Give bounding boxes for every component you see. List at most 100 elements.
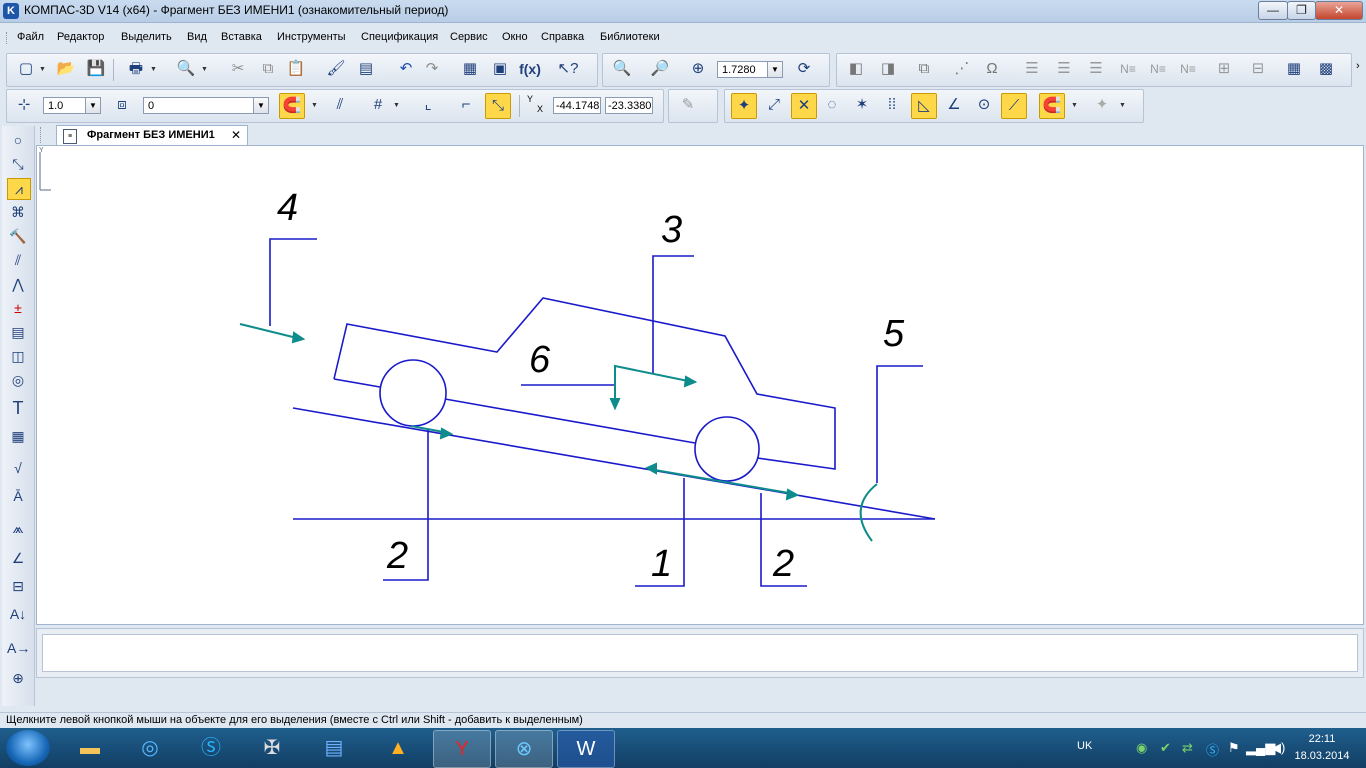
report-icon[interactable]: ▩ <box>1315 58 1337 80</box>
symmetry-icon[interactable]: ⋰ <box>951 58 973 80</box>
dimensions-icon[interactable]: ⤡ <box>7 154 29 174</box>
tab-fragment[interactable]: ≡ Фрагмент БЕЗ ИМЕНИ1 ✕ <box>56 125 248 146</box>
redo-icon[interactable]: ↷ <box>421 58 443 80</box>
align-top-icon[interactable]: ☰ <box>1021 58 1043 80</box>
snaps-dropdown-icon[interactable]: ▼ <box>1071 102 1078 109</box>
snap-dropdown-icon[interactable]: ▼ <box>311 102 318 109</box>
properties-field[interactable] <box>42 634 1358 672</box>
base-icon[interactable]: Ā <box>7 486 29 506</box>
preview-icon[interactable]: 🔍 <box>175 58 197 80</box>
chevron-down-icon[interactable]: ▼ <box>767 62 782 77</box>
text-icon[interactable]: T <box>7 398 29 418</box>
copy-object-icon[interactable]: ⧉ <box>913 58 935 80</box>
layers-icon[interactable]: ⧈ <box>111 94 133 116</box>
roughness-icon[interactable]: √ <box>7 458 29 478</box>
arrow-direction-icon[interactable]: A→ <box>7 638 30 658</box>
insert-icon[interactable]: ◫ <box>7 346 29 366</box>
align-bottom-icon[interactable]: ☰ <box>1085 58 1107 80</box>
table-icon[interactable]: ▦ <box>1283 58 1305 80</box>
menu-view[interactable]: Вид <box>187 31 207 43</box>
leader-icon[interactable]: ⩕ <box>7 518 29 538</box>
word-icon[interactable]: W <box>557 730 615 768</box>
snap-point-icon[interactable]: ⟋ <box>1001 93 1027 119</box>
s-icon[interactable]: ▤ <box>306 730 362 766</box>
menu-service[interactable]: Сервис <box>450 31 488 43</box>
maximize-button[interactable]: ❐ <box>1287 1 1316 20</box>
reports-icon[interactable]: ▤ <box>7 322 29 342</box>
snap-magnet-2-icon[interactable]: 🧲 <box>1039 93 1065 119</box>
close-icon[interactable]: ✕ <box>231 128 241 142</box>
new-dropdown-icon[interactable]: ▼ <box>39 66 46 73</box>
manager-icon[interactable]: ▦ <box>459 58 481 80</box>
coord-x-field[interactable]: -44.1748 <box>553 97 601 114</box>
menu-insert[interactable]: Вставка <box>221 31 262 43</box>
center-mark-icon[interactable]: ⊕ <box>7 668 29 688</box>
chevron-down-icon[interactable]: ▼ <box>85 98 100 113</box>
menu-select[interactable]: Выделить <box>121 31 172 43</box>
snap-magnet-icon[interactable]: 🧲 <box>279 93 305 119</box>
step-icon[interactable]: ⌐ <box>455 94 477 116</box>
toolbar-overflow-icon[interactable]: › <box>1356 60 1360 72</box>
zoom-all-icon[interactable]: 🔎 <box>649 58 671 80</box>
preview-dropdown-icon[interactable]: ▼ <box>201 66 208 73</box>
axes-icon[interactable]: ⌞ <box>417 94 439 116</box>
view-arrow-icon[interactable]: A↓ <box>7 604 29 624</box>
spec-1-icon[interactable]: ⊞ <box>1213 58 1235 80</box>
skype-icon[interactable]: Ⓢ <box>183 730 239 766</box>
menu-help[interactable]: Справка <box>541 31 584 43</box>
menu-specification[interactable]: Спецификация <box>361 31 438 43</box>
properties-icon[interactable]: ▤ <box>355 58 377 80</box>
tray-app-icon[interactable]: ◉ <box>1136 740 1147 756</box>
refresh-icon[interactable]: ⟳ <box>793 58 815 80</box>
snap-grid-icon[interactable]: ⁞⁞ <box>881 94 903 116</box>
position-leader-icon[interactable]: ∠ <box>7 548 29 568</box>
eraser-icon[interactable]: ✎ <box>677 94 699 116</box>
help-pointer-icon[interactable]: ↖? <box>557 58 579 80</box>
snap-intersection-icon[interactable]: ✕ <box>791 93 817 119</box>
snap-angle-icon[interactable]: ◺ <box>911 93 937 119</box>
browser-icon[interactable]: ◎ <box>122 730 178 766</box>
numbering-1-icon[interactable]: N≡ <box>1117 58 1139 80</box>
ortho-icon[interactable]: ⫽ <box>329 94 351 116</box>
print-icon[interactable]: 🖶 <box>125 58 147 80</box>
cursor-snap-icon[interactable]: ⤡ <box>485 93 511 119</box>
fragment-lib-icon[interactable]: ◎ <box>7 370 29 390</box>
copy-icon[interactable]: ⧉ <box>257 58 279 80</box>
clock-date[interactable]: 18.03.2014 <box>1282 750 1362 762</box>
format-brush-icon[interactable]: 🖌 <box>325 58 347 80</box>
kompas-icon[interactable]: ⊗ <box>495 730 553 768</box>
kompas-app-icon[interactable]: K <box>3 3 19 19</box>
line-width-combo[interactable]: 1.0 ▼ <box>43 97 101 114</box>
language-indicator[interactable]: UK <box>1077 740 1092 752</box>
omega-icon[interactable]: Ω <box>981 58 1003 80</box>
zoom-in-icon[interactable]: ⊕ <box>687 58 709 80</box>
coord-y-field[interactable]: -23.3380 <box>605 97 653 114</box>
numbering-2-icon[interactable]: N≡ <box>1147 58 1169 80</box>
grid-icon[interactable]: # <box>367 94 389 116</box>
close-button[interactable]: ✕ <box>1315 1 1363 20</box>
clock-time[interactable]: 22:11 <box>1282 733 1362 745</box>
tray-skype-icon[interactable]: Ⓢ <box>1206 740 1219 759</box>
table-tool-icon[interactable]: ▦ <box>7 426 29 446</box>
snap-add-icon[interactable]: ✦ <box>1091 94 1113 116</box>
y-icon[interactable]: Y <box>433 730 491 768</box>
tray-check-icon[interactable]: ✔ <box>1160 740 1171 756</box>
spec-2-icon[interactable]: ⊟ <box>1247 58 1269 80</box>
menu-editor[interactable]: Редактор <box>57 31 104 43</box>
numbering-3-icon[interactable]: N≡ <box>1177 58 1199 80</box>
ungroup-icon[interactable]: ◨ <box>877 58 899 80</box>
library-icon[interactable]: ▣ <box>489 58 511 80</box>
group-icon[interactable]: ◧ <box>845 58 867 80</box>
designations-icon[interactable]: ⩘ <box>7 178 31 200</box>
save-icon[interactable]: 💾 <box>85 58 107 80</box>
spec-icon[interactable]: ± <box>7 298 29 318</box>
tank-icon[interactable]: ✠ <box>244 730 300 766</box>
cut-icon[interactable]: ✂ <box>227 58 249 80</box>
open-folder-icon[interactable]: 📂 <box>55 58 77 80</box>
drawing-canvas[interactable]: 4 3 6 5 2 1 2 Y <box>36 145 1364 625</box>
paste-icon[interactable]: 📋 <box>285 58 307 80</box>
snap-nearest-icon[interactable]: ✦ <box>731 93 757 119</box>
menu-window[interactable]: Окно <box>502 31 528 43</box>
variables-icon[interactable]: f(x) <box>519 58 541 80</box>
folder-icon[interactable]: ▬ <box>62 730 118 766</box>
